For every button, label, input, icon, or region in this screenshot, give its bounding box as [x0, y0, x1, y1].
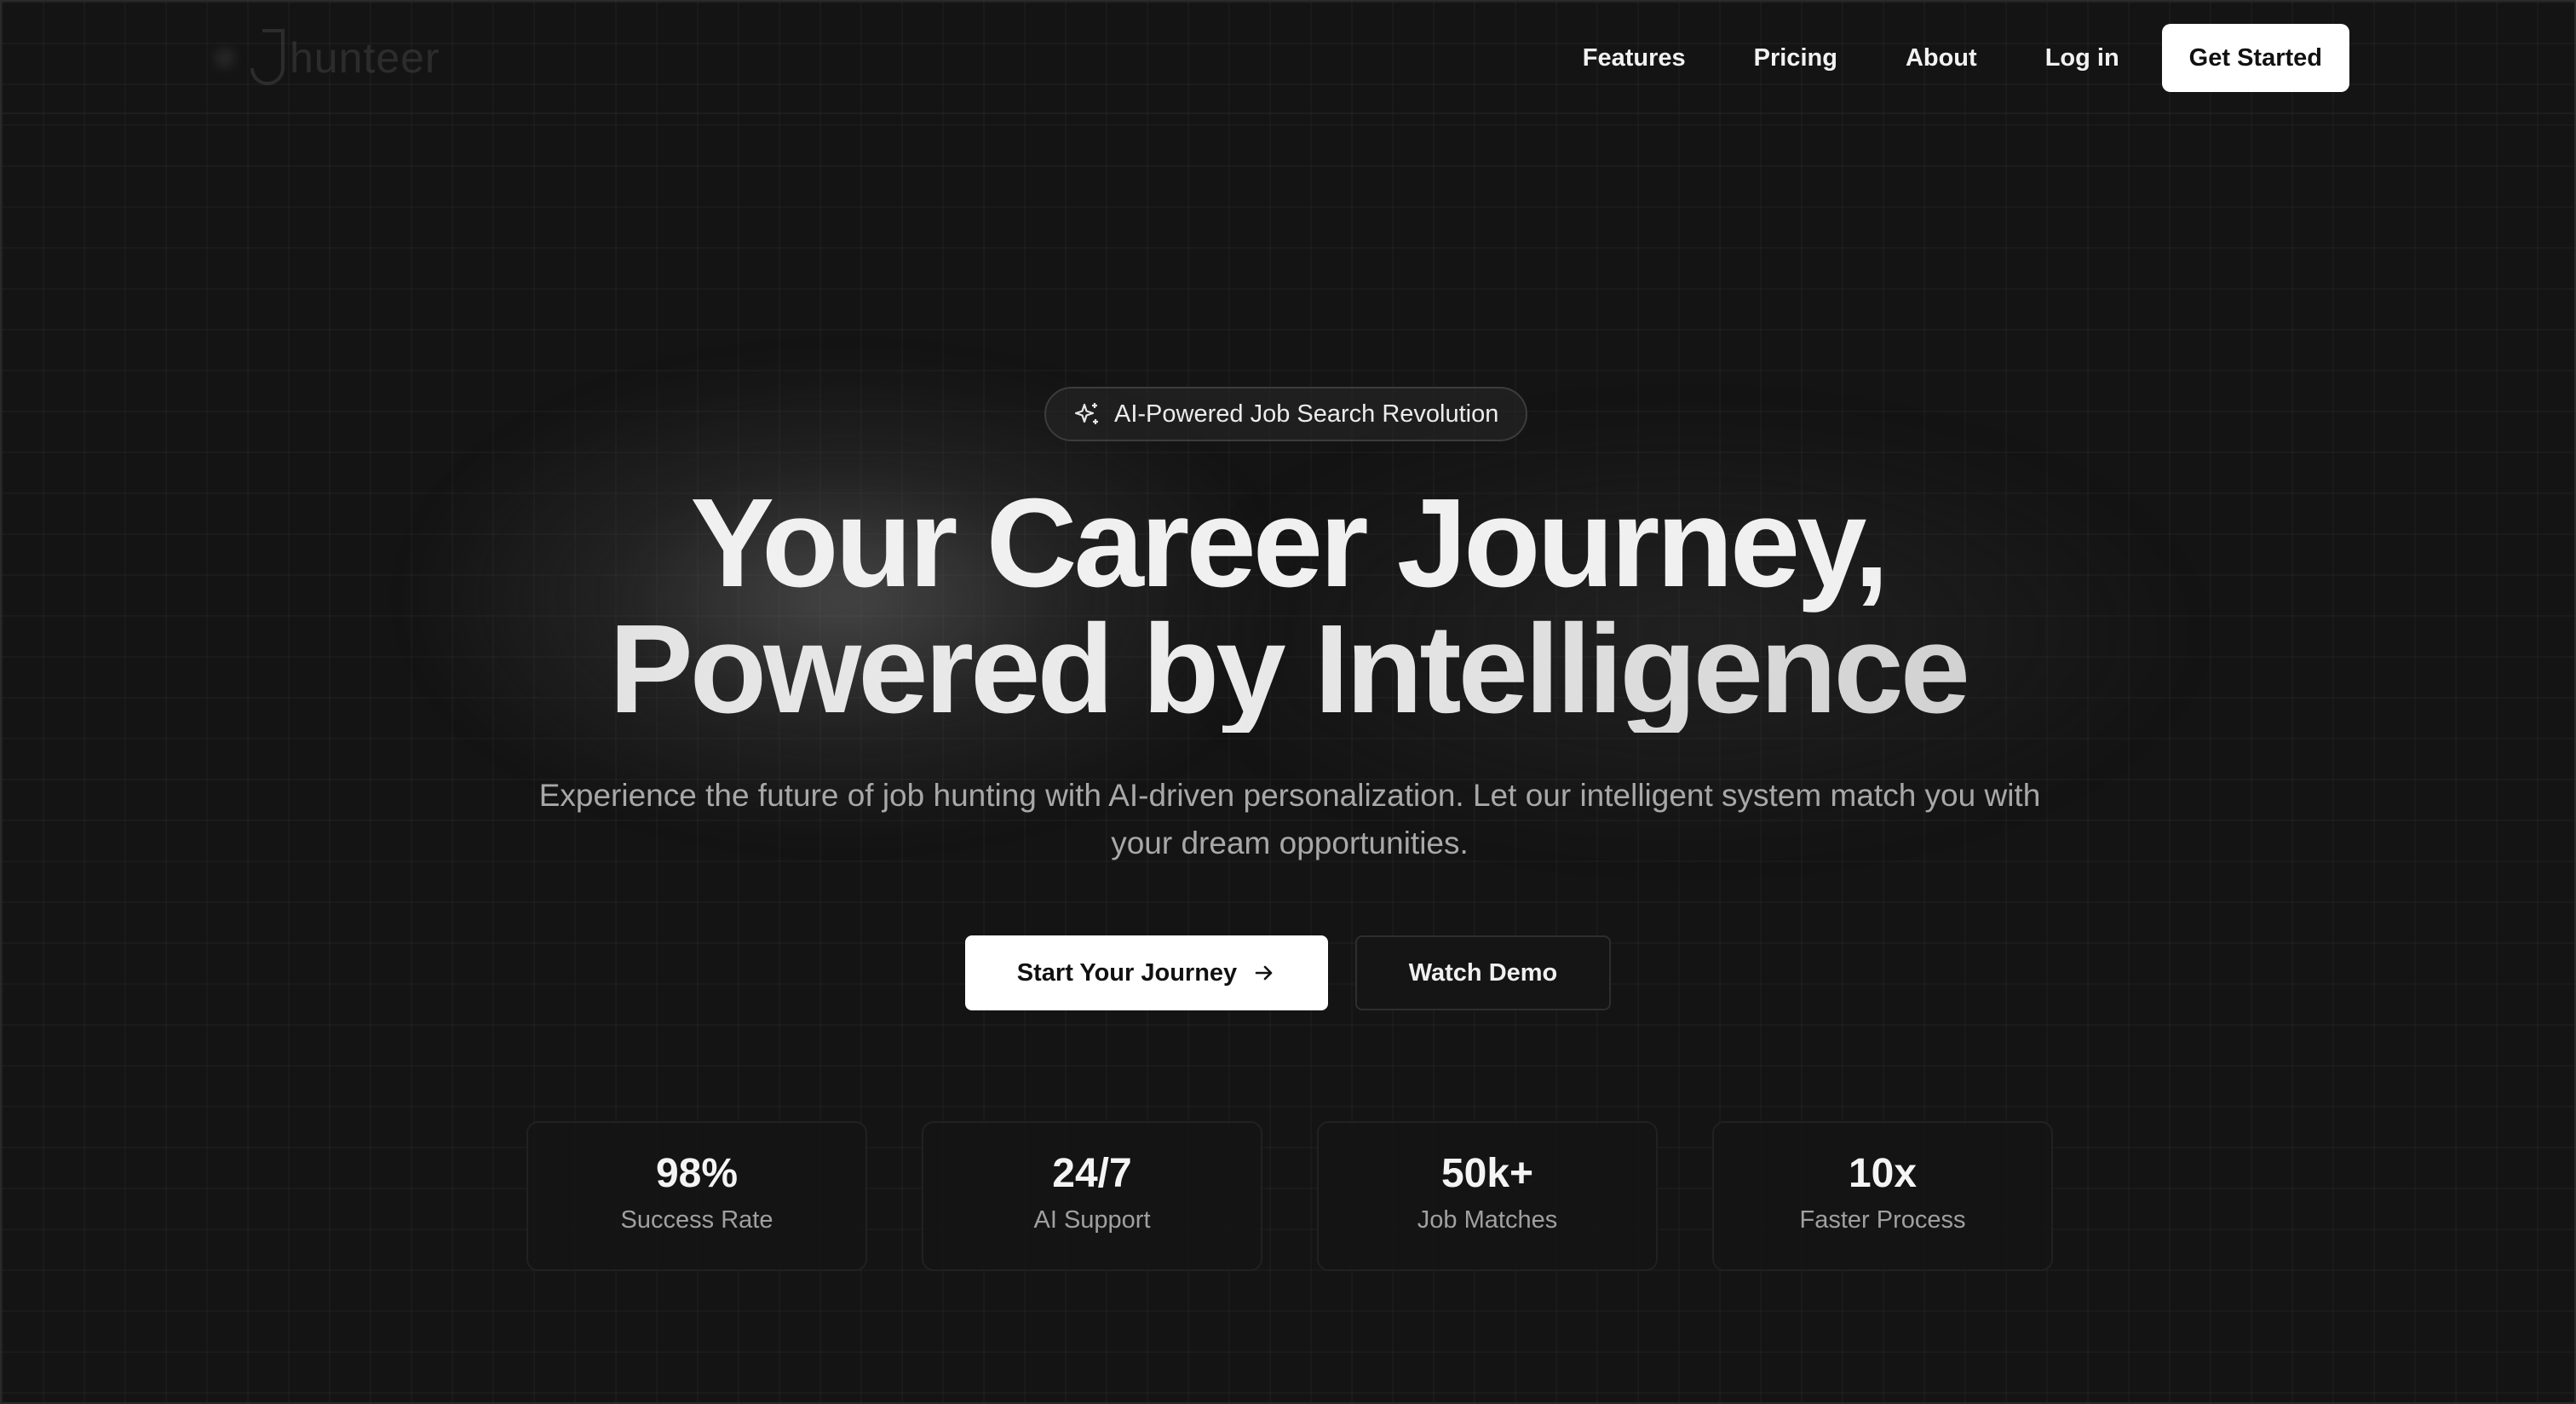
hero-headline: Your Career Journey, Powered by Intellig…	[2, 480, 2574, 733]
stat-value: 10x	[1848, 1151, 1918, 1196]
get-started-button[interactable]: Get Started	[2161, 24, 2349, 92]
logo-glow-dot	[215, 48, 235, 68]
hero-actions: Start Your Journey Watch Demo	[2, 935, 2574, 1010]
hero-subtitle: Experience the future of job hunting wit…	[538, 778, 2041, 860]
headline-line-1: Your Career Journey,	[690, 473, 1889, 613]
sparkles-icon	[1074, 403, 1098, 424]
stat-card: 98% Success Rate	[526, 1121, 867, 1271]
stat-value: 50k+	[1440, 1151, 1534, 1196]
stat-value: 98%	[655, 1151, 739, 1196]
stat-card: 24/7 AI Support	[922, 1121, 1262, 1271]
nav-link-pricing[interactable]: Pricing	[1754, 44, 1837, 72]
stat-label: Faster Process	[1799, 1206, 1966, 1234]
landing-page: hunteer Features Pricing About Log in Ge…	[0, 0, 2576, 1404]
stat-card: 10x Faster Process	[1712, 1121, 2053, 1271]
hero-badge: AI-Powered Job Search Revolution	[1044, 387, 1528, 441]
brand-logo[interactable]: hunteer	[215, 24, 440, 92]
nav-link-features[interactable]: Features	[1583, 44, 1686, 72]
stat-label: Success Rate	[620, 1206, 773, 1234]
arrow-right-icon	[1255, 965, 1273, 981]
start-journey-button[interactable]: Start Your Journey	[965, 935, 1328, 1010]
nav-links: Features Pricing About Log in Get Starte…	[1515, 24, 2349, 92]
start-journey-label: Start Your Journey	[1016, 958, 1238, 987]
brand-name: hunteer	[290, 34, 440, 82]
nav-link-about[interactable]: About	[1906, 44, 1977, 72]
top-navbar: hunteer Features Pricing About Log in Ge…	[2, 2, 2574, 114]
headline-line-2: Powered by Intelligence	[2, 607, 2574, 733]
stats-row: 98% Success Rate 24/7 AI Support 50k+ Jo…	[526, 1121, 2053, 1271]
stat-value: 24/7	[1052, 1151, 1132, 1196]
stat-card: 50k+ Job Matches	[1317, 1121, 1658, 1271]
stat-label: AI Support	[1033, 1206, 1151, 1234]
badge-text: AI-Powered Job Search Revolution	[1114, 400, 1499, 428]
logo-mark-icon	[250, 29, 285, 85]
nav-link-login[interactable]: Log in	[2045, 44, 2119, 72]
stat-label: Job Matches	[1417, 1206, 1558, 1234]
watch-demo-button[interactable]: Watch Demo	[1355, 935, 1611, 1010]
